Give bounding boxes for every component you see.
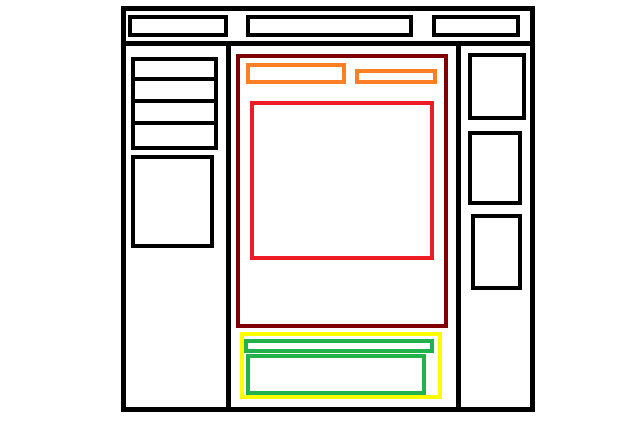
content-header-box-right bbox=[355, 69, 437, 84]
content-block bbox=[250, 101, 434, 260]
content-header-box-left bbox=[246, 63, 346, 84]
header-box-center bbox=[246, 15, 413, 37]
wireframe-diagram bbox=[0, 0, 640, 425]
right-box-1 bbox=[468, 53, 526, 120]
header-divider bbox=[121, 41, 535, 46]
sidebar-list bbox=[131, 57, 218, 150]
sidebar-list-divider-1 bbox=[131, 77, 218, 81]
right-column-divider bbox=[456, 41, 461, 412]
footer-block bbox=[246, 354, 426, 395]
left-column-divider bbox=[226, 41, 231, 412]
sidebar-list-divider-3 bbox=[131, 121, 218, 125]
header-box-left bbox=[128, 15, 228, 37]
footer-bar bbox=[244, 339, 434, 353]
sidebar-list-divider-2 bbox=[131, 99, 218, 103]
header-box-right bbox=[432, 15, 520, 37]
sidebar-box bbox=[131, 155, 214, 248]
right-box-3 bbox=[471, 214, 522, 290]
right-box-2 bbox=[468, 131, 522, 205]
